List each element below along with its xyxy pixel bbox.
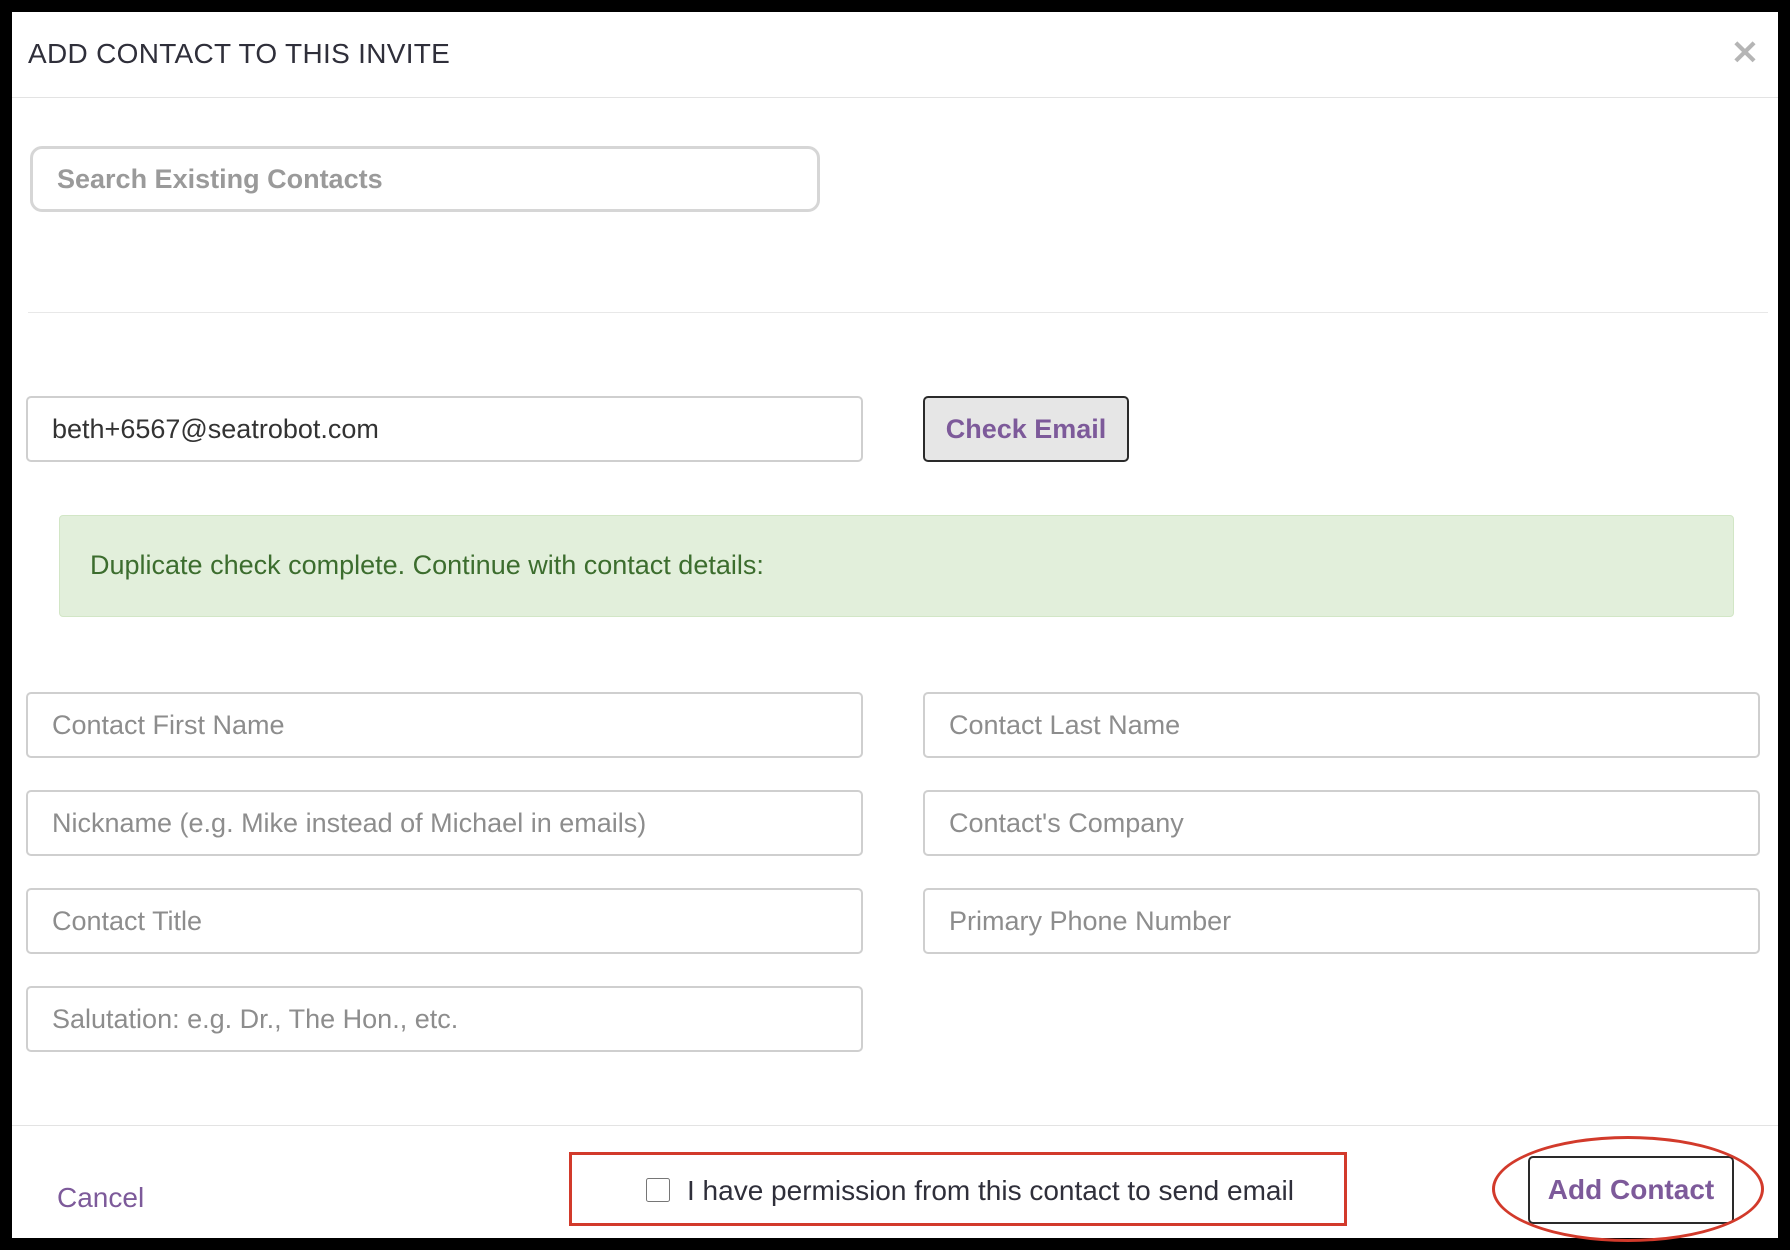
company-field[interactable] <box>923 790 1760 856</box>
add-contact-button[interactable]: Add Contact <box>1528 1156 1734 1224</box>
phone-field[interactable] <box>923 888 1760 954</box>
section-divider <box>28 312 1768 313</box>
contact-title-field[interactable] <box>26 888 863 954</box>
salutation-field[interactable] <box>26 986 863 1052</box>
close-icon[interactable]: × <box>1730 34 1760 70</box>
search-contacts-input[interactable] <box>30 146 820 212</box>
permission-label[interactable]: I have permission from this contact to s… <box>687 1175 1294 1207</box>
footer-divider <box>12 1125 1778 1126</box>
permission-highlight: I have permission from this contact to s… <box>569 1152 1347 1226</box>
email-field[interactable] <box>26 396 863 462</box>
check-email-button[interactable]: Check Email <box>923 396 1129 462</box>
permission-checkbox[interactable] <box>646 1178 670 1202</box>
dialog-title: ADD CONTACT TO THIS INVITE <box>28 38 451 69</box>
dialog-header: ADD CONTACT TO THIS INVITE × <box>12 12 1778 98</box>
duplicate-check-alert: Duplicate check complete. Continue with … <box>59 515 1734 617</box>
add-contact-dialog: ADD CONTACT TO THIS INVITE × Check Email… <box>12 12 1778 1242</box>
alert-message: Duplicate check complete. Continue with … <box>90 550 764 580</box>
nickname-field[interactable] <box>26 790 863 856</box>
first-name-field[interactable] <box>26 692 863 758</box>
cancel-button[interactable]: Cancel <box>57 1182 144 1214</box>
last-name-field[interactable] <box>923 692 1760 758</box>
